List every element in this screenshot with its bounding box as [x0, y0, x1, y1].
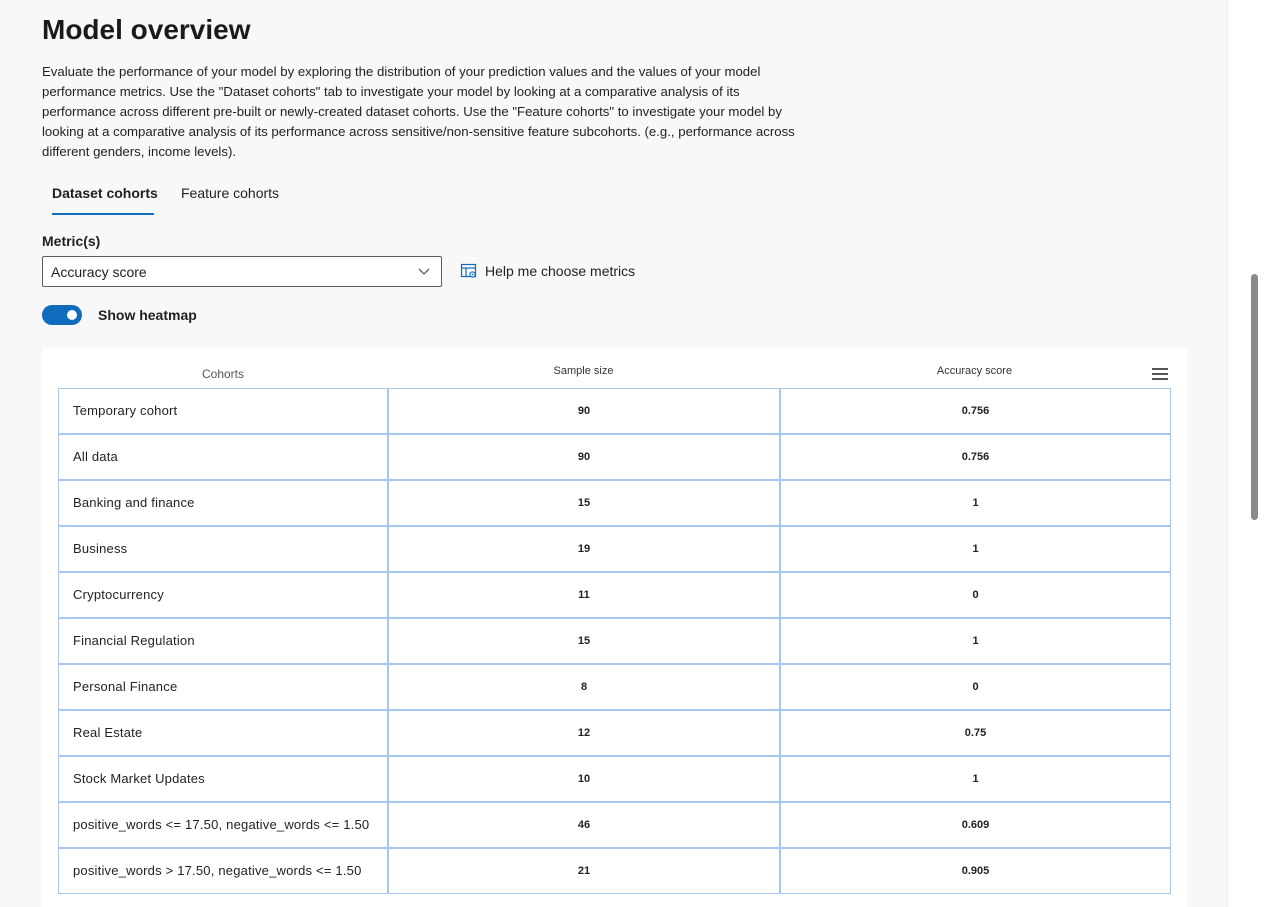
cohort-name: Personal Finance: [73, 679, 178, 694]
cohort-name: Real Estate: [73, 725, 143, 740]
accuracy-value: 1: [972, 773, 979, 785]
table-row: All data 90 0.756: [58, 434, 1171, 480]
tab-dataset-cohorts[interactable]: Dataset cohorts: [52, 176, 158, 210]
table-row: Stock Market Updates 10 1: [58, 756, 1171, 802]
cohort-name: positive_words <= 17.50, negative_words …: [73, 817, 370, 832]
table-row: Business 19 1: [58, 526, 1171, 572]
accuracy-value: 1: [972, 543, 979, 555]
help-choose-icon: [460, 263, 477, 278]
accuracy-value: 0.75: [964, 727, 987, 739]
accuracy-value: 0.756: [961, 451, 990, 463]
sample-size-value: 90: [577, 405, 591, 417]
sample-size-value: 10: [577, 773, 591, 785]
sample-size-value: 15: [577, 635, 591, 647]
sample-size-value: 11: [578, 589, 590, 601]
cohort-name: Financial Regulation: [73, 633, 195, 648]
table-row: Real Estate 12 0.75: [58, 710, 1171, 756]
active-tab-indicator: [52, 213, 154, 215]
sample-size-value: 12: [577, 727, 591, 739]
sample-size-value: 19: [577, 543, 591, 555]
table-row: Cryptocurrency 11 0: [58, 572, 1171, 618]
cohort-heatmap-table: Cohorts Sample size Accuracy score Tempo…: [42, 348, 1187, 907]
sample-size-value: 21: [577, 865, 591, 877]
show-heatmap-toggle[interactable]: [42, 305, 82, 325]
chevron-down-icon: [418, 268, 430, 275]
toggle-knob: [67, 310, 77, 320]
cohort-name: Business: [73, 541, 128, 556]
sample-size-value: 8: [580, 681, 588, 693]
table-row: positive_words <= 17.50, negative_words …: [58, 802, 1171, 848]
sample-size-value: 90: [577, 451, 591, 463]
table-row: Financial Regulation 15 1: [58, 618, 1171, 664]
cohort-name: Temporary cohort: [73, 403, 178, 418]
column-header-cohorts: Cohorts: [201, 367, 245, 381]
accuracy-value: 1: [972, 635, 979, 647]
page-title: Model overview: [42, 14, 251, 45]
vertical-scrollbar[interactable]: [1248, 0, 1264, 907]
heatmap-grid: Temporary cohort 90 0.756 All data 90 0.…: [58, 388, 1171, 894]
metrics-dropdown-value: Accuracy score: [51, 264, 147, 280]
column-header-sample-size: Sample size: [553, 365, 614, 377]
sample-size-value: 15: [577, 497, 591, 509]
accuracy-value: 0: [972, 589, 979, 601]
page-description: Evaluate the performance of your model b…: [42, 64, 795, 159]
accuracy-value: 1: [972, 497, 979, 509]
cohort-name: positive_words > 17.50, negative_words <…: [73, 863, 362, 878]
help-choose-metrics-text: Help me choose metrics: [485, 263, 636, 279]
cohort-name: Cryptocurrency: [73, 587, 164, 602]
cohort-name: All data: [73, 449, 118, 464]
sample-size-value: 46: [577, 819, 591, 831]
tab-feature-cohorts[interactable]: Feature cohorts: [181, 176, 279, 210]
hamburger-menu-icon[interactable]: [1152, 368, 1168, 382]
model-overview-panel: Model overview Evaluate the performance …: [0, 0, 1228, 907]
accuracy-value: 0: [972, 681, 979, 693]
table-row: positive_words > 17.50, negative_words <…: [58, 848, 1171, 894]
cohort-name: Banking and finance: [73, 495, 195, 510]
accuracy-value: 0.756: [961, 405, 990, 417]
accuracy-value: 0.609: [961, 819, 990, 831]
accuracy-value: 0.905: [961, 865, 990, 877]
metrics-label: Metric(s): [42, 233, 101, 249]
column-header-accuracy-score: Accuracy score: [936, 365, 1013, 377]
scrollbar-thumb[interactable]: [1251, 274, 1258, 520]
table-row: Banking and finance 15 1: [58, 480, 1171, 526]
show-heatmap-label: Show heatmap: [98, 307, 197, 323]
metrics-dropdown[interactable]: Accuracy score: [42, 256, 442, 287]
cohort-name: Stock Market Updates: [73, 771, 205, 786]
table-row: Temporary cohort 90 0.756: [58, 388, 1171, 434]
table-row: Personal Finance 8 0: [58, 664, 1171, 710]
